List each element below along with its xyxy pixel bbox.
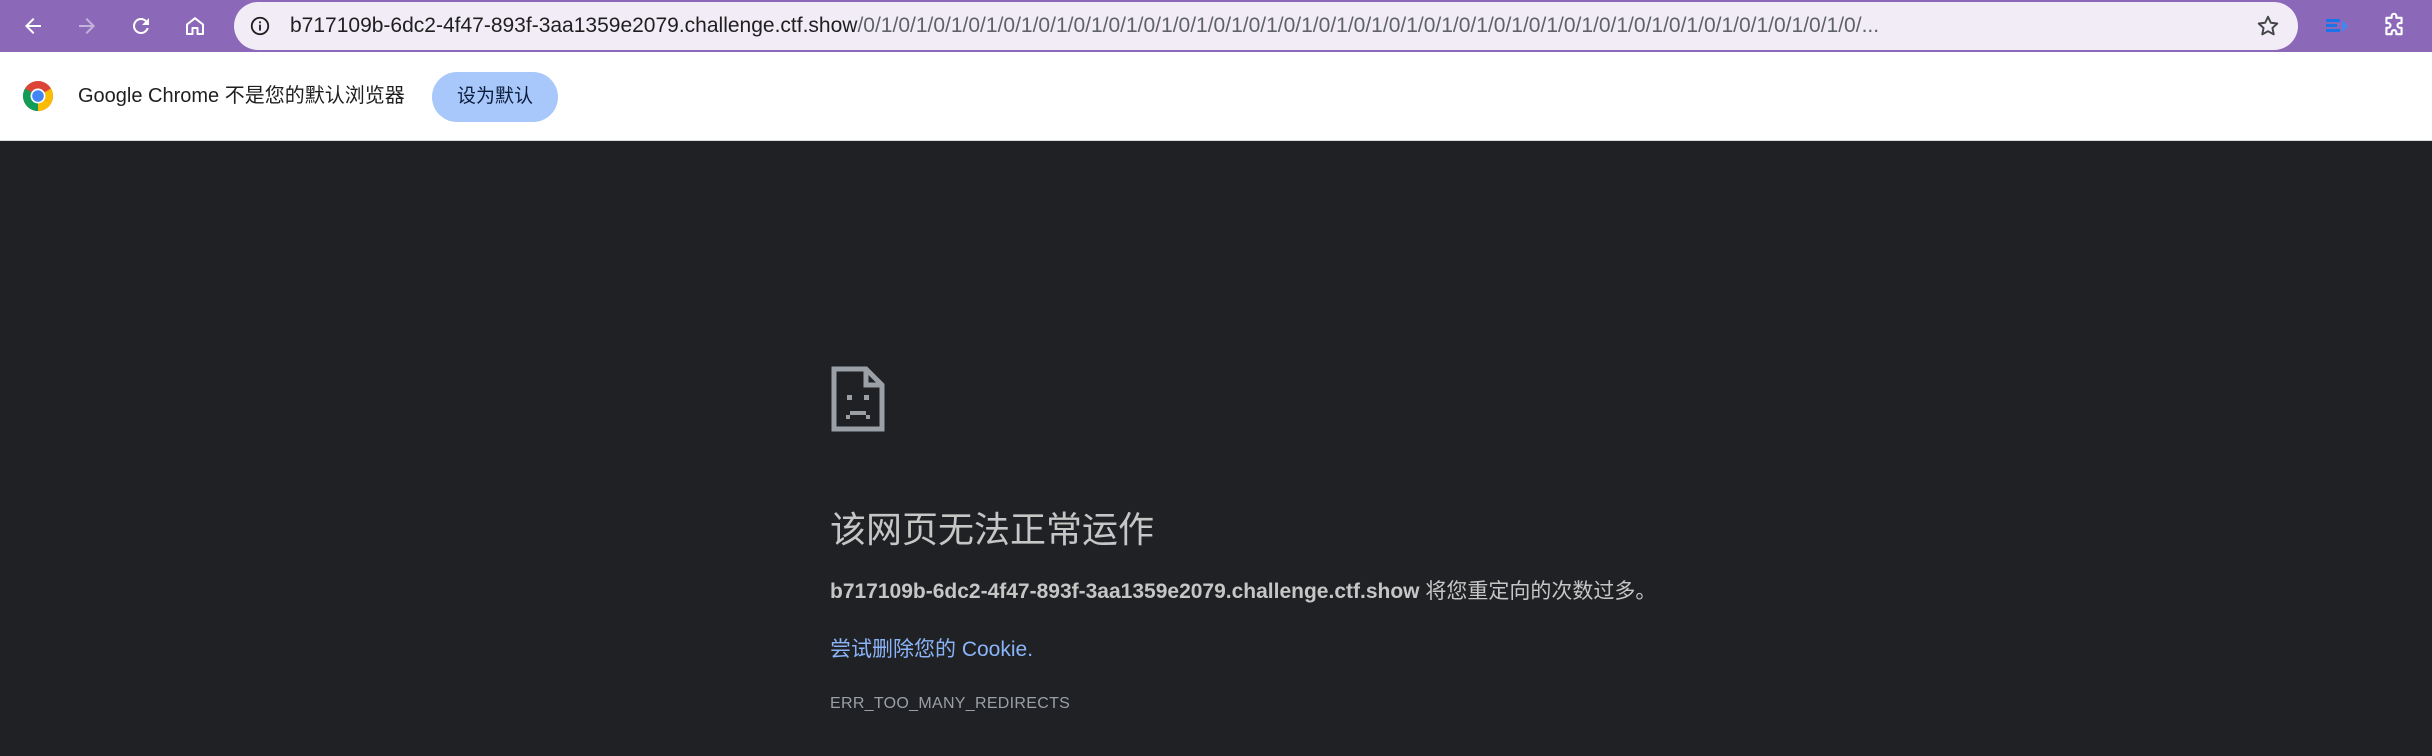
error-heading: 该网页无法正常运作 bbox=[830, 509, 1155, 550]
reload-button[interactable] bbox=[120, 5, 162, 47]
default-browser-infobar: Google Chrome 不是您的默认浏览器 设为默认 bbox=[0, 52, 2432, 141]
forward-button[interactable] bbox=[66, 5, 108, 47]
infobar-message: Google Chrome 不是您的默认浏览器 bbox=[78, 85, 405, 107]
star-icon bbox=[2257, 15, 2279, 36]
error-code: ERR_TOO_MANY_REDIRECTS bbox=[830, 695, 1071, 712]
info-circle-icon[interactable] bbox=[248, 14, 272, 38]
arrow-left-icon bbox=[25, 18, 41, 34]
arrow-right-icon bbox=[79, 18, 95, 34]
error-host: b717109b-6dc2-4f47-893f-3aa1359e2079.cha… bbox=[830, 580, 1420, 603]
clear-cookies-link[interactable]: 尝试删除您的 Cookie. bbox=[830, 633, 1033, 663]
url-path: /0/1/0/1/0/1/0/1/0/1/0/1/0/1/0/1/0/1/0/1… bbox=[857, 14, 1880, 37]
bookmark-star-button[interactable] bbox=[2254, 12, 2282, 40]
address-bar[interactable]: b717109b-6dc2-4f47-893f-3aa1359e2079.cha… bbox=[234, 2, 2298, 50]
puzzle-icon bbox=[2385, 12, 2403, 36]
error-detail-suffix: 将您重定向的次数过多。 bbox=[1419, 580, 1657, 603]
translate-icon bbox=[2326, 19, 2348, 32]
reload-icon bbox=[132, 17, 149, 34]
home-button[interactable] bbox=[174, 5, 216, 47]
browser-toolbar: b717109b-6dc2-4f47-893f-3aa1359e2079.cha… bbox=[0, 0, 2432, 52]
chrome-logo-icon bbox=[22, 81, 54, 111]
back-button[interactable] bbox=[12, 5, 54, 47]
url-host: b717109b-6dc2-4f47-893f-3aa1359e2079.cha… bbox=[290, 14, 858, 37]
error-detail: b717109b-6dc2-4f47-893f-3aa1359e2079.cha… bbox=[830, 575, 1656, 605]
translate-extension-button[interactable] bbox=[2318, 7, 2356, 45]
home-icon bbox=[186, 17, 204, 35]
sad-page-icon bbox=[831, 366, 885, 432]
url-text[interactable]: b717109b-6dc2-4f47-893f-3aa1359e2079.cha… bbox=[290, 2, 2190, 50]
extensions-button[interactable] bbox=[2375, 7, 2413, 45]
set-default-button[interactable]: 设为默认 bbox=[432, 72, 558, 122]
